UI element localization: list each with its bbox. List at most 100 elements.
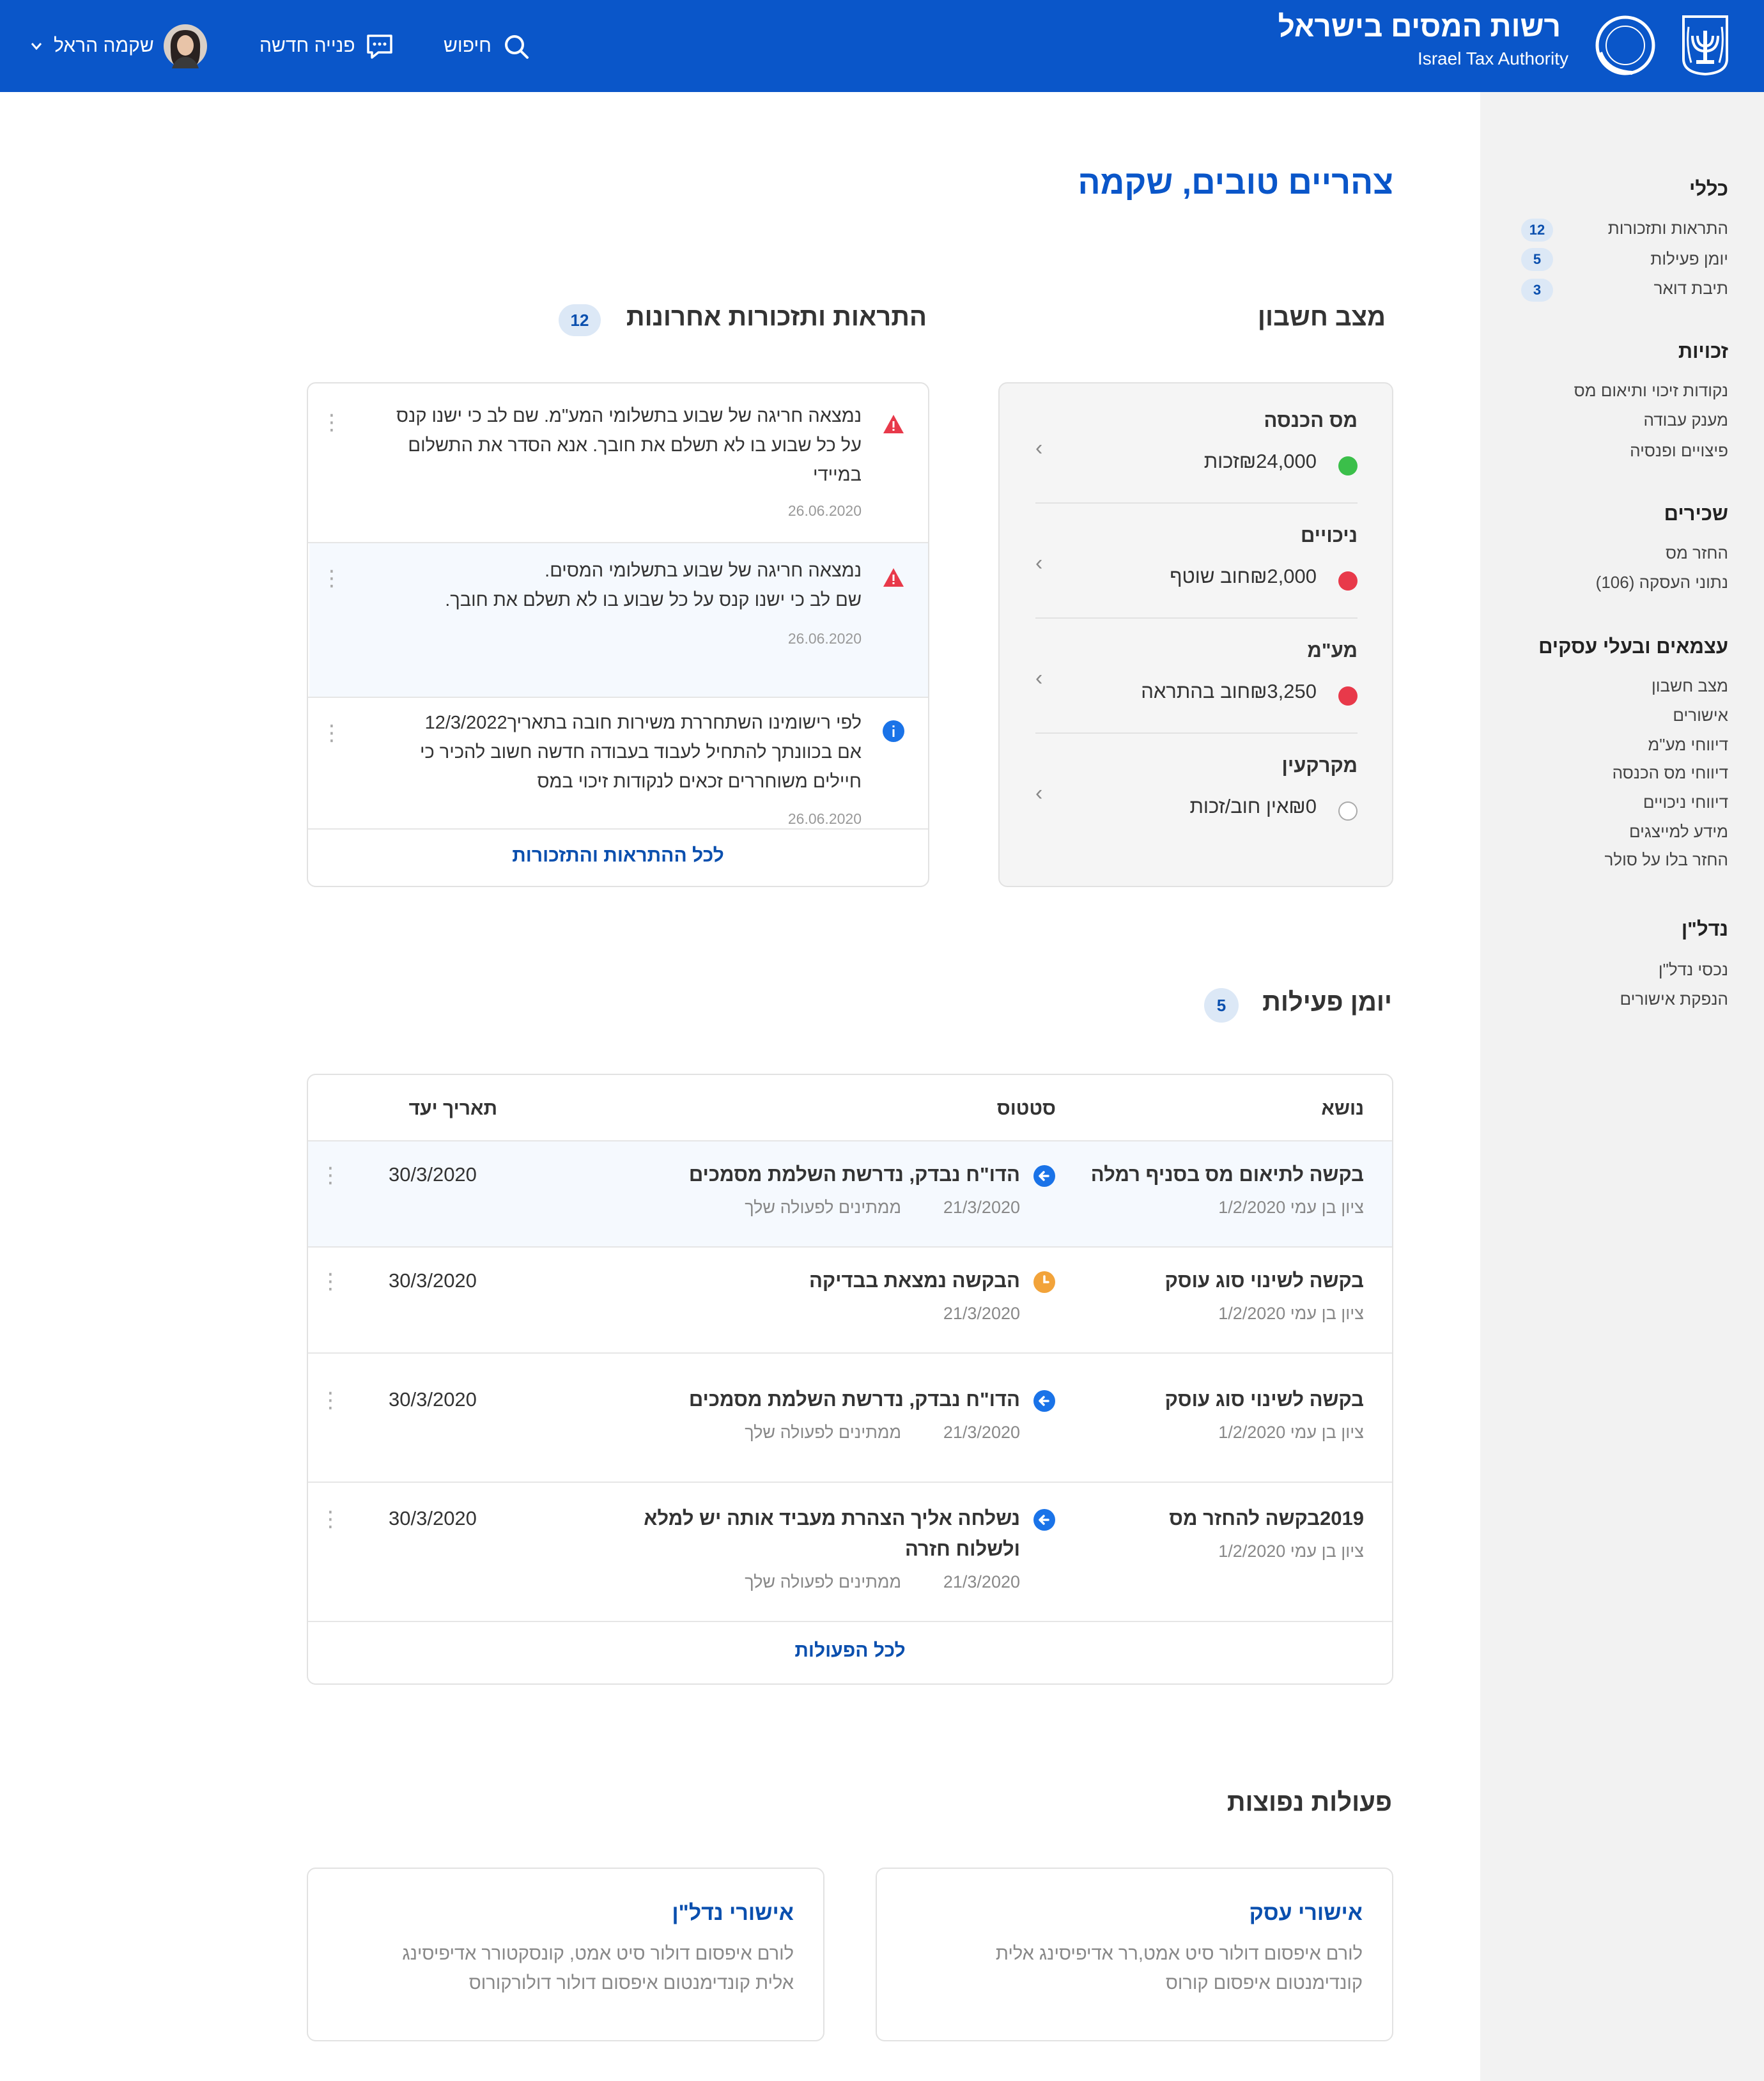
sidebar-item-account-status[interactable]: מצב חשבון [1652,676,1728,696]
activity-table: נושא סטטוס תאריך יעד בקשה לתיאום מס בסני… [307,1074,1393,1685]
sidebar-item-vat-reports[interactable]: דיווחי מע"מ [1648,735,1728,755]
more-options-icon[interactable]: ⋮ [321,412,343,433]
popular-card-description: לורם איפסום דולור סיט אמט,רר אדיפיסינג א… [995,1944,1363,1993]
popular-card-title: אישורי עסק [1249,1901,1363,1925]
sidebar-item-deduction-reports[interactable]: דיווחי ניכויים [1643,793,1728,812]
sidebar-item-employment-data[interactable]: (106) נתוני העסקה [1596,573,1728,592]
sidebar-item-credit-points[interactable]: נקודות זיכוי ותיאום מס [1574,381,1728,401]
info-icon [883,720,904,742]
chevron-down-icon [31,43,42,50]
divider [308,1246,1392,1248]
more-options-icon[interactable]: ⋮ [320,1389,341,1411]
row-status-date: 21/3/2020 [943,1423,1020,1442]
account-row-vat[interactable]: מע"מ ₪3,250חוב בהתראה ‹ [1035,614,1358,729]
alerts-title: התראות ותזכורות אחרונות [626,303,927,331]
chevron-left-icon: ‹ [1035,666,1043,690]
sidebar-item-real-estate-assets[interactable]: נכסי נדל"ן [1659,960,1728,980]
sidebar-item-mailbox[interactable]: תיבת דואר [1654,279,1728,298]
account-row-income-tax[interactable]: מס הכנסה ₪24,000זכות ‹ [1035,383,1358,499]
sidebar-item-alerts[interactable]: התראות ותזכורות [1608,219,1728,238]
account-value: ₪3,250חוב בהתראה [1141,680,1317,702]
sidebar-item-representatives-info[interactable]: מידע למייצגים [1629,822,1728,842]
top-header: רשות המסים בישראל Israel Tax Authority ח… [0,0,1764,92]
divider [308,828,928,830]
search-icon [504,35,529,59]
sidebar-badge-mailbox: 3 [1521,279,1553,302]
account-row-deductions[interactable]: ניכויים ₪2,000חוב שוטף ‹ [1035,499,1358,614]
row-status: הדו"ח נבדק, נדרשת השלמת מסמכים [688,1388,1020,1411]
sidebar-item-diesel-refund[interactable]: החזר בלו על סולר [1605,850,1729,870]
row-status: נשלחה אליך הצהרת מעביד אותה יש למלא [644,1507,1020,1529]
alert-date: 26.06.2020 [787,630,862,647]
popular-card-business-approvals[interactable]: אישורי עסק לורם איפסום דולור סיט אמט,רר … [876,1868,1393,2041]
all-activities-link[interactable]: לכל הפעולות [308,1640,1392,1662]
alert-text: נמצאה חריגה של שבוע בתשלומי המע"מ. שם לב… [396,406,862,485]
account-value: ₪0אין חוב/זכות [1189,795,1317,817]
sidebar-title-real-estate: נדל"ן [1681,918,1728,940]
row-subject: 2019בקשה להחזר מס [1169,1507,1364,1529]
user-menu[interactable]: שקמה הראל [28,24,208,68]
sidebar-item-work-grant[interactable]: מענק עבודה [1644,410,1728,430]
alerts-card: נמצאה חריגה של שבוע בתשלומי המע"מ. שם לב… [307,382,929,887]
search-button[interactable]: חיפוש [444,28,531,64]
row-status-note: ממתינים לפעולה שלך [745,1572,901,1591]
account-row-real-estate[interactable]: מקרקעין ₪0אין חוב/זכות ‹ [1035,729,1358,844]
chat-bubble-icon [366,35,392,59]
brand-title: רשות המסים בישראל [1278,10,1561,43]
sidebar-badge-alerts: 12 [1521,219,1553,242]
alert-item[interactable]: נמצאה חריגה של שבוע בתשלומי המסים. שם לב… [309,543,928,697]
account-label: מקרקעין [1281,754,1358,777]
row-status: הבקשה נמצאת בבדיקה [808,1269,1020,1292]
row-status-note: ממתינים לפעולה שלך [745,1423,901,1442]
account-label: ניכויים [1300,524,1358,546]
new-inquiry-button[interactable]: פנייה חדשה [259,28,395,64]
user-name: שקמה הראל [54,35,154,56]
row-subject: בקשה לשינוי סוג עוסק [1164,1388,1364,1411]
page-title: צהריים טובים, שקמה [1078,164,1393,201]
sidebar-item-tax-refund[interactable]: החזר מס [1666,543,1728,563]
sidebar-item-severance-pension[interactable]: פיצויים ופנסיה [1630,441,1728,461]
row-due-date: 30/3/2020 [389,1163,477,1186]
divider [308,1481,1392,1483]
divider [308,1621,1392,1622]
activity-title: יומן פעילות [1262,988,1392,1016]
table-row[interactable] [308,1141,1392,1246]
column-header-subject: נושא [1321,1098,1364,1119]
popular-actions-title: פעולות נפוצות [1226,1788,1392,1816]
row-due-date: 30/3/2020 [389,1269,477,1292]
sidebar-title-employees: שכירים [1664,502,1728,525]
sidebar-item-income-tax-reports[interactable]: דיווחי מס הכנסה [1613,763,1728,783]
more-options-icon[interactable]: ⋮ [320,1271,341,1292]
popular-card-real-estate-approvals[interactable]: אישורי נדל"ן לורם איפסום דולור סיט אמט, … [307,1868,824,2041]
row-status-date: 21/3/2020 [943,1572,1020,1591]
sidebar-item-approvals[interactable]: אישורים [1673,706,1728,725]
arrow-left-icon [1033,1390,1055,1412]
chevron-left-icon: ‹ [1035,781,1043,805]
more-options-icon[interactable]: ⋮ [320,1508,341,1530]
more-options-icon[interactable]: ⋮ [321,722,343,744]
all-alerts-link[interactable]: לכל ההתראות והתזכורות [308,845,928,867]
more-options-icon[interactable]: ⋮ [321,568,343,589]
popular-card-description: לורם איפסום דולור סיט אמט, קונסקטורר אדי… [402,1944,794,1993]
alert-text: נמצאה חריגה של שבוע בתשלומי המסים. שם לב… [445,561,862,610]
activity-count-badge: 5 [1204,988,1239,1023]
status-dot-green [1338,456,1358,476]
sidebar-title-self-employed: עצמאים ובעלי עסקים [1538,635,1728,658]
arrow-left-icon [1033,1509,1055,1531]
row-status-date: 21/3/2020 [943,1198,1020,1217]
row-due-date: 30/3/2020 [389,1388,477,1411]
account-status-title: מצב חשבון [1257,303,1386,331]
sidebar-item-activity[interactable]: יומן פעילות [1650,249,1728,269]
sidebar-item-issue-approvals[interactable]: הנפקת אישורים [1620,989,1728,1009]
chevron-left-icon: ‹ [1035,436,1043,460]
account-value: ₪2,000חוב שוטף [1170,565,1317,587]
avatar [163,24,207,68]
tax-authority-logo-icon [1595,15,1655,75]
account-label: מע"מ [1307,639,1358,661]
alert-date: 26.06.2020 [787,810,862,827]
row-subject-meta: ציון בן עמי 1/2/2020 [1218,1304,1364,1323]
alert-text: לפי רישומינו השתחררת משירות חובה בתאריך1… [419,713,862,792]
more-options-icon[interactable]: ⋮ [320,1164,341,1186]
alert-item[interactable]: נמצאה חריגה של שבוע בתשלומי המע"מ. שם לב… [309,383,928,542]
sidebar: כללי התראות ותזכורות 12 יומן פעילות 5 תי… [1480,92,1764,2081]
